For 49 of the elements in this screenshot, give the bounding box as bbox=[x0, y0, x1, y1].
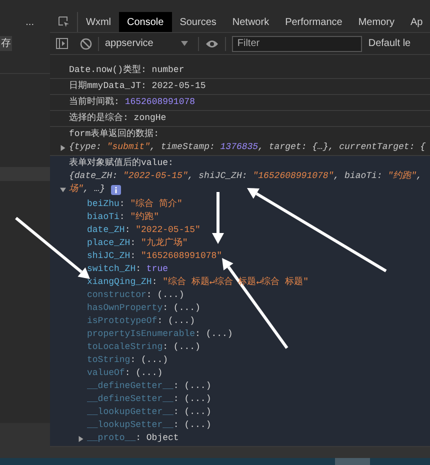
expand-caret-icon[interactable] bbox=[60, 186, 66, 192]
object-preview[interactable]: 场", …} bbox=[69, 183, 106, 196]
more-label: ... bbox=[26, 16, 34, 30]
log-levels-dropdown[interactable]: Default le bbox=[368, 36, 411, 51]
devtools-tab[interactable]: Performance bbox=[277, 12, 350, 32]
save-button[interactable]: 存 bbox=[0, 36, 12, 51]
log-message: 当前时间戳: 1652608991078 bbox=[69, 96, 196, 109]
object-property: toLocaleString: (...) bbox=[87, 341, 202, 354]
info-icon[interactable] bbox=[111, 184, 122, 194]
object-preview[interactable]: {date_ZH: "2022-05-15", shiJC_ZH: "1652608991078", biaoTi: "约跑", bbox=[69, 170, 422, 183]
log-message: 日期mmyData_JT: 2022-05-15 bbox=[69, 80, 206, 93]
filter-field[interactable]: Filter bbox=[232, 36, 362, 52]
inspect-icon[interactable] bbox=[58, 16, 70, 28]
clear-icon[interactable] bbox=[80, 38, 92, 50]
devtools-tab[interactable]: Memory bbox=[350, 12, 402, 32]
log-message: Date.now()类型: number bbox=[69, 64, 184, 77]
eye-icon[interactable] bbox=[205, 38, 220, 48]
object-property: propertyIsEnumerable: (...) bbox=[87, 328, 234, 341]
devtools-tab[interactable]: Sources bbox=[172, 12, 224, 32]
object-property: switch_ZH: true bbox=[87, 263, 170, 276]
log-message: form表单返回的数据: bbox=[69, 128, 160, 141]
object-property: __defineSetter__: (...) bbox=[87, 393, 212, 406]
devtools-tab[interactable]: Ap bbox=[402, 12, 430, 32]
log-message: 选择的是综合: zongHe bbox=[69, 112, 166, 125]
object-property: date_ZH: "2022-05-15" bbox=[87, 224, 202, 237]
object-property: __lookupSetter__: (...) bbox=[87, 419, 212, 432]
object-property: isPrototypeOf: (...) bbox=[87, 315, 196, 328]
object-property: beiZhu: "综合 简介" bbox=[87, 198, 184, 211]
object-property: biaoTi: "约跑" bbox=[87, 211, 160, 224]
object-property: __defineGetter__: (...) bbox=[87, 380, 212, 393]
annotation-arrow bbox=[212, 192, 224, 244]
devtools-tab[interactable]: Console bbox=[119, 12, 172, 32]
object-property: __lookupGetter__: (...) bbox=[87, 406, 212, 419]
object-property: place_ZH: "九龙广场" bbox=[87, 237, 189, 250]
object-property: __proto__: Object bbox=[87, 432, 179, 445]
sidebar-toggle-icon[interactable] bbox=[56, 38, 68, 49]
context-dropdown[interactable]: appservice bbox=[105, 36, 192, 51]
log-message: 表单对象赋值后的value: bbox=[69, 157, 174, 170]
object-property: valueOf: (...) bbox=[87, 367, 164, 380]
expand-caret-icon[interactable] bbox=[60, 144, 66, 150]
devtools-tab[interactable]: Network bbox=[224, 12, 278, 32]
expand-caret-icon[interactable] bbox=[78, 436, 84, 442]
object-property: toString: (...) bbox=[87, 354, 170, 367]
object-property: hasOwnProperty: (...) bbox=[87, 302, 202, 315]
object-property: shiJC_ZH: "1652608991078" bbox=[87, 250, 224, 263]
devtools-tab[interactable]: Wxml bbox=[78, 12, 119, 32]
caret-icon bbox=[181, 41, 188, 46]
object-property: constructor: (...) bbox=[87, 289, 186, 302]
object-preview[interactable]: {type: "submit", timeStamp: 1376835, target: {…}, currentTarget: { bbox=[69, 141, 426, 154]
